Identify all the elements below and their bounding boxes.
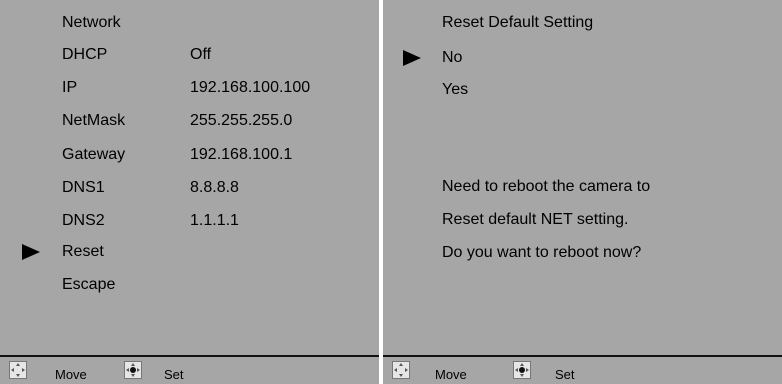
menu-item-dhcp[interactable]: DHCP [62, 45, 107, 65]
dpad-center-icon [124, 361, 142, 379]
footer-hints: Move Set [383, 357, 782, 384]
dpad-arrows-icon [392, 361, 410, 379]
footer-hints: Move Set [0, 357, 379, 384]
move-hint-label: Move [435, 367, 467, 382]
menu-item-label: DNS2 [62, 212, 105, 229]
reset-dialog-panel: Reset Default Setting No Yes Need to reb… [383, 0, 782, 384]
menu-title: Network [62, 14, 121, 31]
menu-item-dns1[interactable]: DNS1 [62, 178, 105, 198]
menu-value-dhcp: Off [190, 46, 212, 63]
menu-item-dns2[interactable]: DNS2 [62, 211, 105, 231]
menu-item-label: IP [62, 79, 78, 96]
menu-item-label: DNS1 [62, 179, 105, 196]
menu-item-label: NetMask [62, 112, 126, 129]
menu-value-netmask: 255.255.255.0 [190, 112, 293, 129]
set-hint-label: Set [555, 367, 575, 382]
dialog-message-line-1: Need to reboot the camera to [442, 178, 651, 195]
menu-value-dns2: 1.1.1.1 [190, 212, 239, 229]
menu-item-label: Escape [62, 276, 116, 293]
menu-item-label: Gateway [62, 146, 126, 163]
network-menu-panel: Network DHCP Off IP 192.168.100.100 NetM… [0, 0, 379, 384]
menu-value-dns1: 8.8.8.8 [190, 179, 239, 196]
menu-item-netmask[interactable]: NetMask [62, 111, 125, 131]
menu-item-ip[interactable]: IP [62, 78, 77, 98]
menu-value-gateway: 192.168.100.1 [190, 146, 293, 163]
move-hint-label: Move [55, 367, 87, 382]
menu-value-ip: 192.168.100.100 [190, 79, 311, 96]
set-hint-label: Set [164, 367, 184, 382]
dpad-center-icon [513, 361, 531, 379]
option-no[interactable]: No [442, 48, 462, 68]
selection-arrow-icon [22, 244, 40, 260]
menu-item-label: DHCP [62, 46, 108, 63]
menu-item-gateway[interactable]: Gateway [62, 145, 125, 165]
menu-item-escape[interactable]: Escape [62, 275, 115, 295]
dialog-message-line-2: Reset default NET setting. [442, 211, 629, 228]
option-yes[interactable]: Yes [442, 80, 468, 100]
selection-arrow-icon [403, 50, 421, 66]
menu-item-label: Reset [62, 243, 104, 260]
menu-item-reset[interactable]: Reset [62, 242, 104, 262]
dialog-title: Reset Default Setting [442, 14, 594, 31]
dpad-arrows-icon [9, 361, 27, 379]
dialog-message-line-3: Do you want to reboot now? [442, 244, 642, 261]
